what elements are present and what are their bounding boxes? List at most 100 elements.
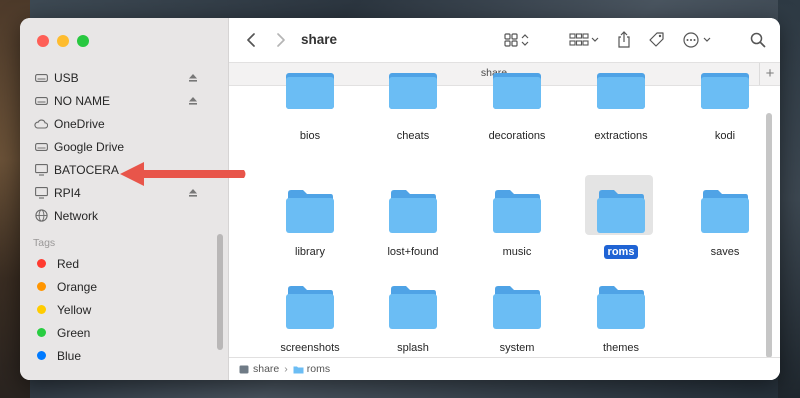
sidebar-item-label: Network [54, 208, 99, 223]
sidebar-item-label: NO NAME [54, 93, 111, 108]
drive-icon [34, 71, 48, 85]
folder-item[interactable]: decorations [477, 73, 557, 167]
folder-item-selected[interactable]: roms [581, 175, 661, 271]
sidebar-tag-orange[interactable]: Orange [20, 275, 228, 298]
new-tab-button[interactable]: + [759, 63, 780, 85]
folder-label: splash [397, 342, 429, 354]
sidebar-item-no-name[interactable]: NO NAME [20, 89, 228, 112]
folder-label: screenshots [280, 342, 340, 354]
tags-heading: Tags [33, 237, 56, 249]
folder-item[interactable]: cheats [373, 73, 453, 167]
ellipsis-circle-icon[interactable] [682, 30, 716, 50]
content-scrollbar[interactable] [766, 113, 772, 358]
tag-label: Green [57, 325, 91, 340]
folder-item[interactable]: kodi [685, 73, 765, 167]
drive-icon [34, 140, 48, 154]
folder-label: cheats [396, 130, 430, 142]
minimize-button[interactable] [57, 35, 69, 47]
tag-color-dot [37, 328, 46, 337]
folder-item[interactable]: extractions [581, 73, 661, 167]
sidebar-list: USB NO NAME OneDrive Google Drive BATOCE… [20, 66, 228, 367]
folder-icon [597, 286, 645, 329]
tag-label: Red [57, 256, 80, 271]
tag-label: Yellow [57, 302, 92, 317]
sidebar-item-network[interactable]: Network [20, 204, 228, 227]
window-controls [37, 35, 89, 47]
path-bar: share › roms [229, 357, 780, 380]
folder-label: decorations [488, 130, 546, 142]
group-icon[interactable] [569, 30, 601, 50]
drive-icon [34, 94, 48, 108]
sidebar: USB NO NAME OneDrive Google Drive BATOCE… [20, 18, 229, 380]
sidebar-item-label: RPI4 [54, 185, 81, 200]
globe-icon [34, 209, 48, 223]
sidebar-tag-red[interactable]: Red [20, 252, 228, 275]
tag-color-dot [37, 351, 46, 360]
folder-item[interactable]: lost+found [373, 189, 453, 271]
sidebar-item-label: USB [54, 70, 79, 85]
eject-icon[interactable] [188, 95, 198, 105]
window-title: share [301, 32, 338, 47]
close-button[interactable] [37, 35, 49, 47]
folder-item[interactable]: splash [373, 285, 453, 367]
folder-grid: bios cheats decorations extractions kodi [229, 73, 780, 357]
desktop-background-right [778, 0, 800, 398]
toolbar: share [229, 18, 780, 62]
tag-icon[interactable] [647, 30, 667, 50]
cloud-icon [34, 117, 48, 131]
monitor-icon [34, 163, 48, 177]
path-segment-roms[interactable]: roms [307, 363, 330, 375]
folder-icon [286, 73, 334, 109]
path-segment-share[interactable]: share [253, 363, 279, 375]
chevron-left-icon[interactable] [243, 30, 259, 50]
folder-label: saves [710, 246, 740, 258]
folder-icon [493, 190, 541, 233]
sidebar-item-usb[interactable]: USB [20, 66, 228, 89]
folder-icon [389, 190, 437, 233]
main-pane: share share + bios cheats decorations ex… [229, 18, 780, 380]
chevron-right-icon[interactable] [273, 30, 289, 50]
folder-item[interactable]: bios [270, 73, 350, 167]
folder-item[interactable]: screenshots [270, 285, 350, 367]
folder-icon [286, 190, 334, 233]
folder-label: themes [602, 342, 640, 354]
folder-icon [493, 286, 541, 329]
sidebar-tag-blue[interactable]: Blue [20, 344, 228, 367]
finder-window: USB NO NAME OneDrive Google Drive BATOCE… [20, 18, 780, 380]
folder-icon [597, 190, 645, 233]
sidebar-tag-yellow[interactable]: Yellow [20, 298, 228, 321]
monitor-icon [34, 186, 48, 200]
folder-label: system [499, 342, 535, 354]
zoom-button[interactable] [77, 35, 89, 47]
folder-label: library [295, 246, 325, 258]
sidebar-item-google-drive[interactable]: Google Drive [20, 135, 228, 158]
folder-icon [701, 73, 749, 109]
folder-item[interactable]: themes [581, 285, 661, 367]
folder-item[interactable]: music [477, 189, 557, 271]
folder-item[interactable]: saves [685, 189, 765, 271]
sidebar-item-label: BATOCERA [54, 162, 119, 177]
folder-label: extractions [594, 130, 648, 142]
annotation-arrow [120, 162, 246, 186]
folder-item[interactable]: library [270, 189, 350, 271]
folder-item[interactable]: system [477, 285, 557, 367]
folder-icon [701, 190, 749, 233]
path-separator: › [284, 363, 288, 375]
folder-label: bios [299, 130, 321, 142]
sidebar-item-onedrive[interactable]: OneDrive [20, 112, 228, 135]
sidebar-scrollbar[interactable] [217, 234, 223, 350]
eject-icon[interactable] [188, 72, 198, 82]
tag-label: Blue [57, 348, 82, 363]
sidebar-item-label: Google Drive [54, 139, 125, 154]
drive-icon [239, 365, 249, 374]
tag-color-dot [37, 282, 46, 291]
share-icon[interactable] [615, 30, 633, 50]
tag-color-dot [37, 259, 46, 268]
sidebar-tag-green[interactable]: Green [20, 321, 228, 344]
search-icon[interactable] [749, 30, 767, 50]
tag-color-dot [37, 305, 46, 314]
folder-label: music [502, 246, 532, 258]
selected-folder-name: roms [603, 245, 639, 259]
grid-view-icon[interactable] [504, 30, 534, 50]
folder-icon [293, 365, 304, 374]
